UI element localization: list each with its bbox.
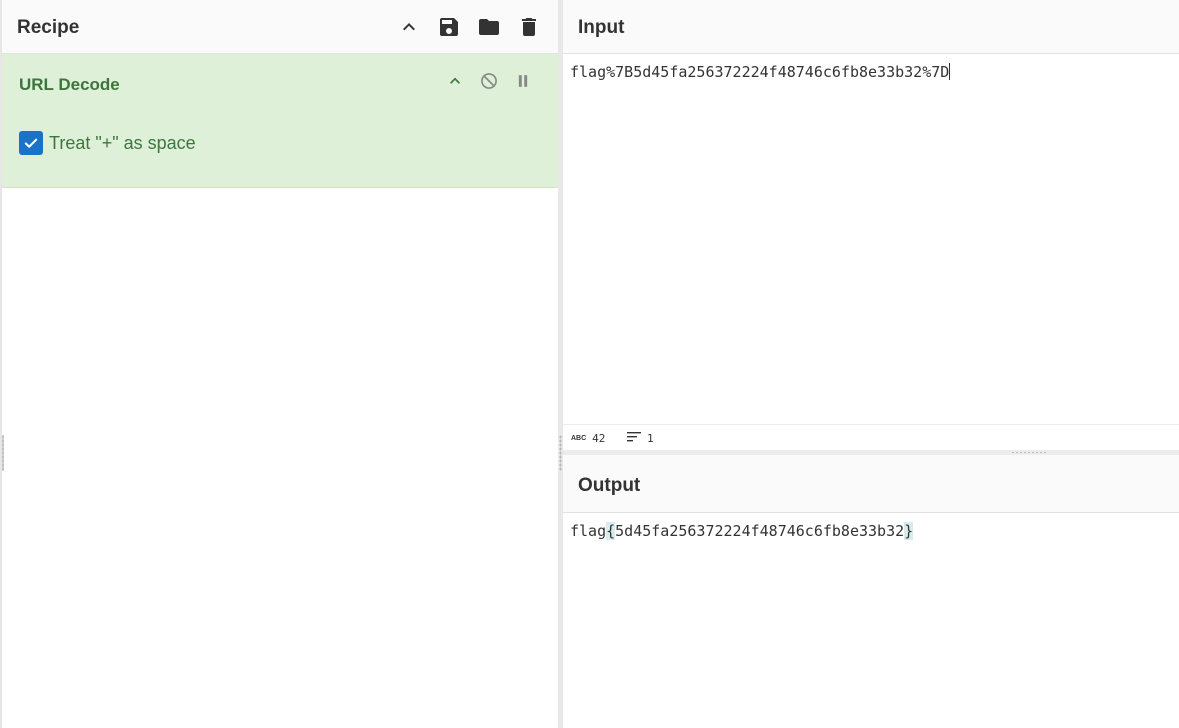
output-text: flag{5d45fa256372224f48746c6fb8e33b32} — [570, 522, 914, 540]
checkbox-label: Treat "+" as space — [49, 132, 196, 153]
option-treat-plus-as-space[interactable]: Treat "+" as space — [19, 131, 196, 155]
input-header: Input — [563, 0, 1179, 54]
splitter-grip[interactable] — [559, 435, 562, 471]
checkmark-icon — [24, 138, 38, 148]
pause-operation-button[interactable] — [512, 70, 534, 92]
input-textarea[interactable]: flag%7B5d45fa256372224f48746c6fb8e33b32%… — [563, 54, 1179, 424]
chevron-up-icon — [450, 77, 460, 84]
char-count-value: 42 — [592, 432, 606, 445]
recipe-title: Recipe — [17, 17, 80, 38]
output-title: Output — [578, 475, 641, 496]
io-pane: Input flag%7B5d45fa256372224f48746c6fb8e… — [563, 0, 1179, 728]
recipe-pane: Recipe URL Decode Treat "+" as space — [0, 0, 558, 728]
disable-operation-button[interactable] — [478, 70, 500, 92]
recipe-controls — [396, 14, 542, 40]
load-recipe-button[interactable] — [476, 14, 502, 40]
operation-url-decode[interactable]: URL Decode Treat "+" as space — [2, 54, 558, 188]
recipe-resize-grip[interactable] — [2, 435, 4, 471]
output-textarea[interactable]: flag{5d45fa256372224f48746c6fb8e33b32} — [563, 513, 1179, 728]
collapse-operation-button[interactable] — [444, 70, 466, 92]
output-close-brace: } — [904, 522, 914, 540]
operation-controls — [444, 70, 534, 92]
block-icon — [481, 73, 497, 89]
input-value: flag%7B5d45fa256372224f48746c6fb8e33b32%… — [570, 63, 950, 81]
output-body: 5d45fa256372224f48746c6fb8e33b32 — [615, 522, 905, 540]
clear-recipe-button[interactable] — [516, 14, 542, 40]
output-open-brace: { — [606, 522, 616, 540]
abc-icon: ABC — [571, 435, 587, 442]
splitter-grip[interactable] — [1011, 451, 1047, 454]
folder-icon — [479, 19, 499, 35]
output-header: Output — [563, 455, 1179, 513]
char-count: ABC 42 — [571, 432, 605, 445]
chevron-up-icon — [403, 23, 415, 31]
recipe-header: Recipe — [2, 0, 558, 54]
save-icon — [440, 18, 458, 36]
pause-icon — [518, 75, 528, 87]
line-count-value: 1 — [647, 432, 654, 445]
input-title: Input — [578, 17, 625, 38]
collapse-all-button[interactable] — [396, 14, 422, 40]
output-prefix: flag — [570, 522, 607, 540]
text-caret — [949, 63, 951, 80]
operation-title: URL Decode — [19, 75, 120, 94]
input-text: flag%7B5d45fa256372224f48746c6fb8e33b32%… — [570, 63, 951, 81]
trash-icon — [522, 18, 536, 36]
treat-plus-checkbox[interactable] — [19, 131, 43, 155]
line-count: 1 — [627, 432, 654, 445]
save-recipe-button[interactable] — [436, 14, 462, 40]
lines-icon — [627, 432, 641, 445]
input-status-bar: ABC 42 1 — [563, 424, 1179, 451]
